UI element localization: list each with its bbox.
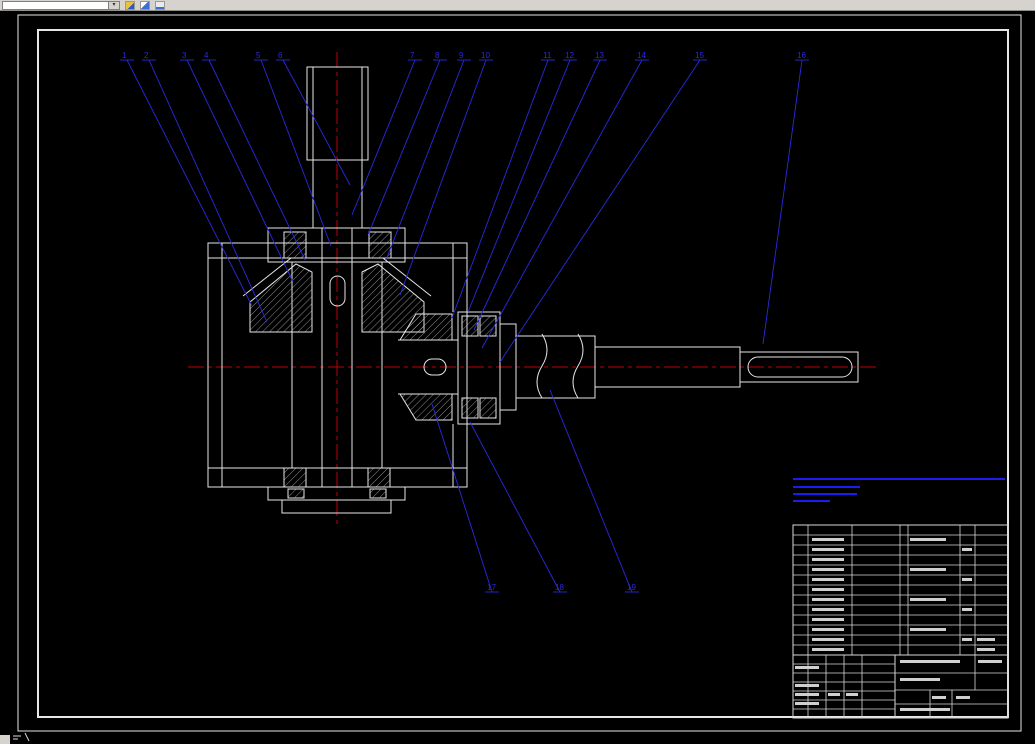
- title-block: [792, 524, 1009, 719]
- table-text-mark: [812, 608, 844, 611]
- cad-drawing-canvas[interactable]: 1 2 3 4 5 6 7 8 9 10 11 12 13 14 15 1617 18 19: [0, 0, 1035, 744]
- table-text-mark: [962, 638, 972, 641]
- table-text-mark: [812, 578, 844, 581]
- table-border: [792, 524, 1009, 719]
- leader-line: [385, 59, 465, 261]
- leader-line: [451, 59, 549, 319]
- table-text-mark: [828, 693, 840, 696]
- callout-number: 3: [182, 51, 187, 60]
- leader-line: [549, 389, 633, 593]
- callout-number: 9: [459, 51, 464, 60]
- table-text-mark: [910, 538, 946, 541]
- leader-line: [260, 59, 332, 247]
- table-text-mark: [977, 638, 995, 641]
- table-text-mark: [812, 588, 844, 591]
- callout-number: 12: [565, 51, 574, 60]
- callout-number: 19: [627, 583, 636, 592]
- callout-number: 10: [481, 51, 490, 60]
- table-text-mark: [962, 608, 972, 611]
- callout-number: 6: [278, 51, 283, 60]
- table-text-mark: [900, 708, 950, 711]
- table-text-mark: [812, 638, 844, 641]
- callout-number: 13: [595, 51, 604, 60]
- table-text-mark: [900, 660, 960, 663]
- bottom-bearing-right: [367, 467, 391, 488]
- table-text-mark: [795, 684, 819, 687]
- leader-line: [399, 59, 487, 296]
- callout-number: 5: [256, 51, 261, 60]
- table-text-mark: [910, 568, 946, 571]
- table-text-mark: [900, 678, 940, 681]
- leader-line: [481, 59, 643, 349]
- technical-notes: [793, 478, 1005, 502]
- bevel-pinion-bottom: [399, 393, 453, 421]
- bottom-bearing-left: [283, 467, 307, 488]
- table-text-mark: [910, 628, 946, 631]
- leader-line: [431, 403, 493, 593]
- callout-number: 18: [555, 583, 564, 592]
- leader-line: [186, 59, 294, 283]
- table-text-mark: [812, 558, 844, 561]
- break-line-1: [536, 333, 548, 399]
- table-text-mark: [812, 648, 844, 651]
- callout-number: 8: [435, 51, 440, 60]
- table-text-mark: [812, 618, 844, 621]
- layers-icon[interactable]: [140, 0, 150, 10]
- app-window: ▾ 1 2 3 4 5 6 7 8 9 10 11 12 13 14 15 16…: [0, 0, 1035, 744]
- note-line: [793, 500, 830, 502]
- callout-number: 2: [144, 51, 149, 60]
- table-text-mark: [956, 696, 970, 699]
- leader-line: [467, 59, 571, 313]
- table-text-mark: [962, 578, 972, 581]
- callout-number: 15: [695, 51, 704, 60]
- table-text-mark: [795, 702, 819, 705]
- table-text-mark: [812, 548, 844, 551]
- leader-line: [762, 59, 803, 345]
- table-text-mark: [795, 693, 819, 696]
- bevel-gear-left: [249, 263, 313, 333]
- leader-line: [282, 59, 351, 186]
- table-text-mark: [812, 538, 844, 541]
- table-text-mark: [962, 548, 972, 551]
- leader-line: [351, 59, 416, 216]
- callout-number: 14: [637, 51, 646, 60]
- window-corner: [0, 735, 10, 744]
- table-text-mark: [846, 693, 858, 696]
- callout-number: 16: [797, 51, 806, 60]
- sheet-frame: [17, 14, 1022, 732]
- match-properties-icon[interactable]: [125, 0, 135, 10]
- callout-number: 1: [122, 51, 127, 60]
- table-text-mark: [795, 666, 819, 669]
- layer-combo[interactable]: ▾: [2, 0, 120, 10]
- table-text-mark: [812, 628, 844, 631]
- table-text-mark: [977, 648, 995, 651]
- callout-number: 7: [410, 51, 415, 60]
- leader-line: [126, 59, 253, 307]
- callout-number: 4: [204, 51, 209, 60]
- note-line: [793, 486, 860, 488]
- table-text-mark: [812, 568, 844, 571]
- break-line-2: [572, 333, 584, 399]
- table-text-mark: [978, 660, 1002, 663]
- note-line: [793, 478, 1005, 480]
- top-bearing-left: [283, 231, 307, 259]
- callout-number: 11: [543, 51, 552, 60]
- note-line: [793, 493, 857, 495]
- ucs-icon: [13, 732, 30, 742]
- callout-number: 17: [487, 583, 496, 592]
- gearbox-drawing: [207, 66, 859, 514]
- top-bearing-right: [368, 231, 392, 259]
- properties-icon[interactable]: [155, 0, 165, 10]
- table-text-mark: [910, 598, 946, 601]
- table-text-mark: [932, 696, 946, 699]
- toolbar: ▾: [0, 0, 1035, 11]
- leader-line: [473, 59, 601, 331]
- table-text-mark: [812, 598, 844, 601]
- chevron-down-icon[interactable]: ▾: [108, 1, 119, 9]
- leader-line: [208, 59, 306, 261]
